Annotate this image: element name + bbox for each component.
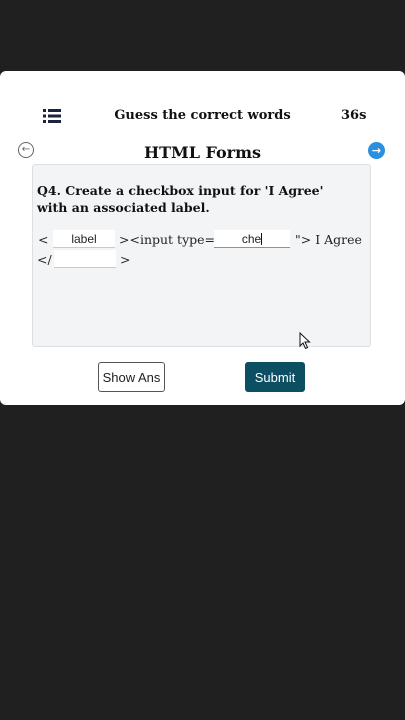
blank-input-1-value: label bbox=[71, 232, 97, 246]
blank-input-2[interactable]: che bbox=[214, 230, 290, 248]
mouse-cursor-icon bbox=[299, 331, 311, 354]
show-answer-button[interactable]: Show Ans bbox=[98, 362, 165, 392]
question-text: Q4. Create a checkbox input for 'I Agree… bbox=[37, 183, 324, 215]
open-bracket: < bbox=[38, 232, 49, 247]
next-arrow-glyph: → bbox=[371, 144, 382, 157]
quiz-header: Guess the correct words 36s ← HTML Forms… bbox=[0, 71, 405, 162]
section-title: HTML Forms bbox=[143, 143, 262, 162]
code-end: "> I Agree bbox=[295, 232, 362, 247]
blank-input-2-value: che bbox=[241, 232, 262, 246]
blank-input-3[interactable] bbox=[54, 250, 116, 268]
text-caret bbox=[261, 233, 263, 245]
code-middle: ><input type=" bbox=[119, 232, 221, 247]
question-panel: Q4. Create a checkbox input for 'I Agree… bbox=[32, 164, 371, 347]
submit-button[interactable]: Submit bbox=[245, 362, 305, 392]
quiz-card: Guess the correct words 36s ← HTML Forms… bbox=[0, 71, 405, 405]
timer: 36s bbox=[341, 108, 367, 123]
arrow-right-circle-icon[interactable]: → bbox=[368, 142, 385, 159]
closing-open-bracket: </ bbox=[37, 252, 52, 267]
closing-close-bracket: > bbox=[120, 252, 131, 267]
blank-input-1[interactable]: label bbox=[53, 230, 115, 248]
